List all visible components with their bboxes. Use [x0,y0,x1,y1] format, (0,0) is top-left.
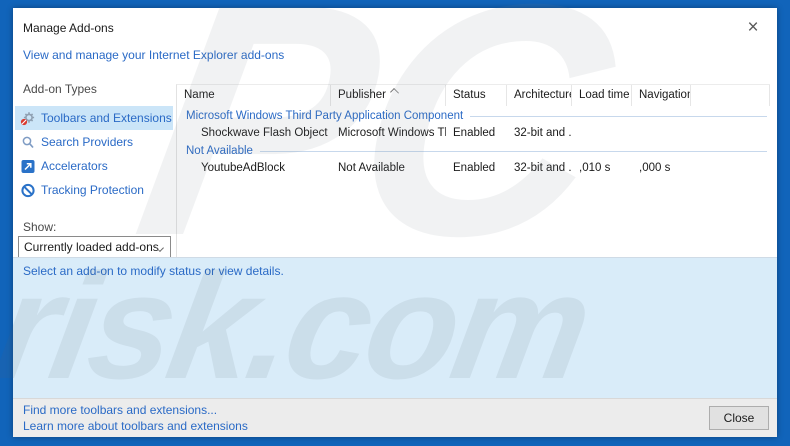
sidebar-item-label: Search Providers [41,135,134,149]
table-row[interactable]: YoutubeAdBlock Not Available Enabled 32-… [177,159,770,176]
group-header-label: Microsoft Windows Third Party Applicatio… [186,110,464,122]
no-entry-icon [20,183,36,198]
table-row[interactable]: Shockwave Flash Object Microsoft Windows… [177,124,770,141]
find-more-toolbars-link[interactable]: Find more toolbars and extensions... [23,403,217,417]
column-header-architecture[interactable]: Architecture [507,85,572,106]
show-label: Show: [23,220,57,234]
close-icon[interactable]: × [741,16,765,40]
gear-icon [20,111,36,126]
search-icon [20,135,36,150]
footer-bar: Find more toolbars and extensions... Lea… [13,398,777,437]
dialog-title: Manage Add-ons [23,21,114,35]
cell-navigation-time: ,000 s [639,161,671,174]
column-header-load-time[interactable]: Load time [572,85,632,106]
cell-publisher: Not Available [338,161,405,174]
column-header-status[interactable]: Status [446,85,507,106]
dialog-subtitle: View and manage your Internet Explorer a… [23,48,285,62]
group-header: Not Available [177,143,770,159]
sidebar-item-toolbars-extensions[interactable]: Toolbars and Extensions [15,106,173,130]
cell-load-time: ,010 s [579,161,611,174]
accelerator-arrow-icon [20,159,36,174]
addon-types-list: Toolbars and Extensions Search Providers [15,106,173,202]
column-header-filler [691,85,770,106]
desktop-background: PC risk.com Manage Add-ons × View and ma… [0,0,790,446]
cell-name: YoutubeAdBlock [201,161,285,174]
group-header: Microsoft Windows Third Party Applicatio… [177,108,770,124]
column-header-navigation[interactable]: Navigation ... [632,85,691,106]
show-dropdown[interactable]: Currently loaded add-ons [18,236,171,258]
learn-more-toolbars-link[interactable]: Learn more about toolbars and extensions [23,419,248,433]
group-divider [259,151,767,152]
addon-types-header: Add-on Types [23,82,97,96]
cell-name: Shockwave Flash Object [201,126,328,139]
sidebar-item-label: Toolbars and Extensions [41,111,172,125]
manage-addons-dialog: Manage Add-ons × View and manage your In… [13,8,777,437]
group-divider [470,116,767,117]
details-pane: Select an add-on to modify status or vie… [13,257,777,398]
cell-status: Enabled [453,126,496,139]
cell-architecture: 32-bit and ... [514,126,572,139]
column-header-publisher[interactable]: Publisher [331,85,446,106]
cell-status: Enabled [453,161,496,174]
cell-architecture: 32-bit and ... [514,161,572,174]
sidebar-item-tracking-protection[interactable]: Tracking Protection [15,178,173,202]
details-hint: Select an add-on to modify status or vie… [23,264,284,278]
cell-publisher: Microsoft Windows Third... [338,126,446,139]
sidebar-item-label: Tracking Protection [41,183,144,197]
sidebar-item-label: Accelerators [41,159,108,173]
sidebar-item-accelerators[interactable]: Accelerators [15,154,173,178]
addons-table-header: Name Publisher Status Architecture Load … [177,85,770,106]
show-dropdown-value: Currently loaded add-ons [24,240,159,254]
close-button[interactable]: Close [709,406,769,430]
addons-table: Name Publisher Status Architecture Load … [176,84,770,257]
column-header-name[interactable]: Name [177,85,331,106]
sidebar-item-search-providers[interactable]: Search Providers [15,130,173,154]
group-header-label: Not Available [186,145,253,157]
